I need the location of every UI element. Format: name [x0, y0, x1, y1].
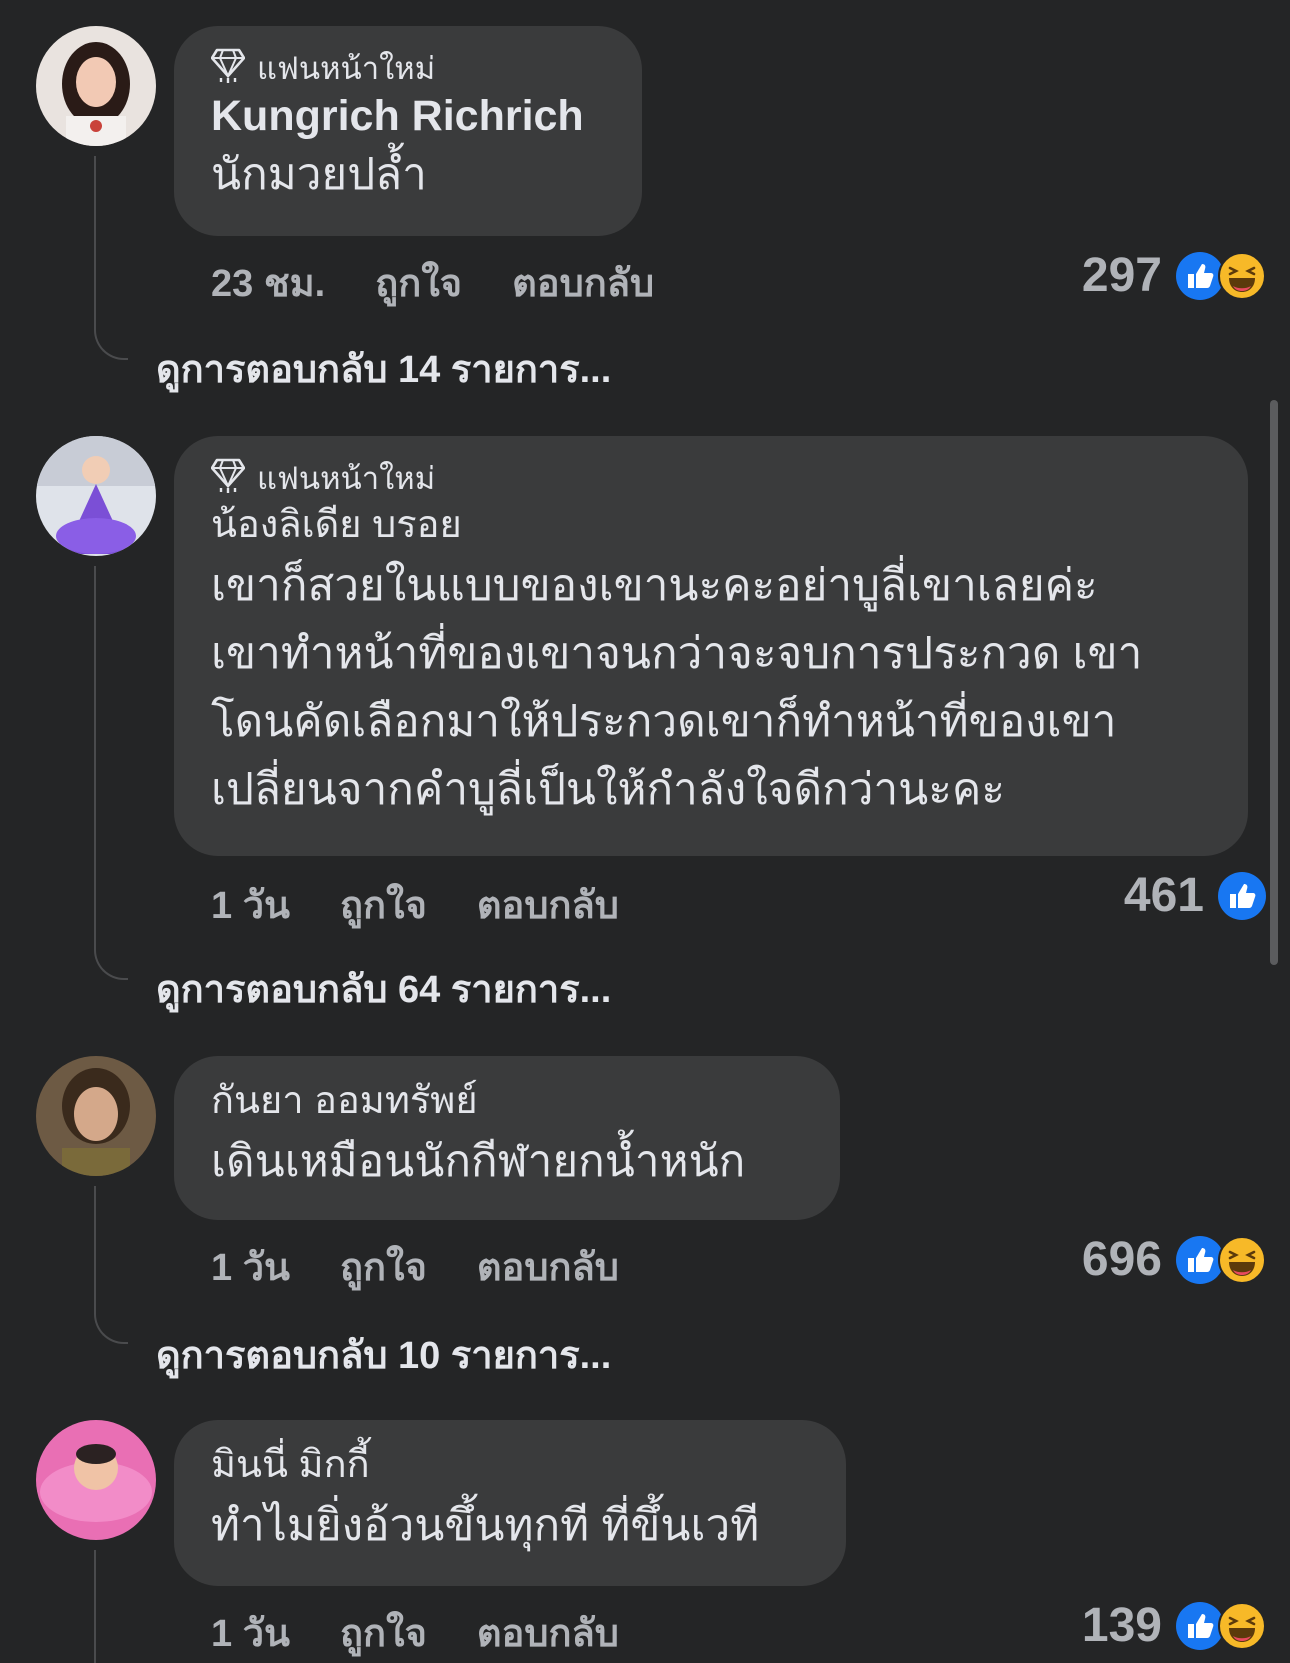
avatar[interactable]: [36, 1420, 156, 1540]
avatar[interactable]: [36, 26, 156, 146]
avatar[interactable]: [36, 1056, 156, 1176]
reaction-summary[interactable]: 139: [1082, 1598, 1266, 1653]
badge-label: แฟนหน้าใหม่: [257, 51, 436, 87]
reply-button[interactable]: ตอบกลับ: [477, 1236, 619, 1297]
like-icon: [1176, 1235, 1224, 1284]
comment-actions: 1 วัน ถูกใจ ตอบกลับ: [211, 1602, 619, 1663]
reaction-summary[interactable]: 696: [1082, 1232, 1266, 1287]
comment-text-line: เขาก็สวยในแบบของเขานะคะอย่าบูลี่เขาเลยค่…: [211, 561, 1098, 610]
comment-author[interactable]: มินนี่ มิกกี้: [211, 1438, 810, 1492]
comment-time[interactable]: 1 วัน: [211, 1602, 290, 1663]
thread-curve: [94, 1310, 128, 1344]
reaction-summary[interactable]: 297: [1082, 248, 1266, 303]
reaction-count: 696: [1081, 1233, 1162, 1286]
reply-button[interactable]: ตอบกลับ: [512, 252, 654, 313]
comment-time[interactable]: 1 วัน: [211, 1236, 290, 1297]
badge-label: แฟนหน้าใหม่: [257, 461, 436, 497]
thread-curve: [94, 326, 128, 360]
like-icon: [1176, 1601, 1224, 1650]
view-replies-link[interactable]: ดูการตอบกลับ 14 รายการ...: [156, 338, 611, 399]
thread-line: [94, 156, 96, 326]
reply-button[interactable]: ตอบกลับ: [477, 1602, 619, 1663]
comment-author[interactable]: น้องลิเดีย บรอย: [211, 498, 1212, 552]
fan-badge: แฟนหน้าใหม่: [210, 458, 1212, 498]
reaction-count: 139: [1081, 1599, 1162, 1652]
comment-actions: 23 ชม. ถูกใจ ตอบกลับ: [211, 252, 654, 313]
comment-time[interactable]: 1 วัน: [211, 874, 290, 935]
comment-time[interactable]: 23 ชม.: [211, 252, 325, 313]
comment-text: นักมวยปล้ำ: [211, 150, 427, 199]
comment-author[interactable]: กันยา ออมทรัพย์: [211, 1074, 804, 1128]
thread-line: [94, 566, 96, 946]
reaction-count: 461: [1123, 869, 1204, 922]
like-button[interactable]: ถูกใจ: [375, 252, 462, 313]
comment-text-line: เขาทำหน้าที่ของเขาจนกว่าจะจบการประกวด เข…: [211, 629, 1143, 678]
like-button[interactable]: ถูกใจ: [340, 1236, 427, 1297]
comment-text-line: โดนคัดเลือกมาให้ประกวดเขาก็ทำหน้าที่ของเ…: [211, 697, 1117, 746]
comment-text: เดินเหมือนนักกีฬายกน้ำหนัก: [211, 1137, 746, 1186]
like-button[interactable]: ถูกใจ: [340, 1602, 427, 1663]
reaction-count: 297: [1081, 249, 1162, 302]
comment-text-line: เปลี่ยนจากคำบูลี่เป็นให้กำลังใจดีกว่านะค…: [211, 765, 1005, 814]
scrollbar[interactable]: [1270, 400, 1278, 965]
comment-bubble[interactable]: กันยา ออมทรัพย์ เดินเหมือนนักกีฬายกน้ำหน…: [174, 1056, 840, 1220]
comment-actions: 1 วัน ถูกใจ ตอบกลับ: [211, 874, 619, 935]
thread-curve: [94, 946, 128, 980]
view-replies-link[interactable]: ดูการตอบกลับ 64 รายการ...: [156, 958, 611, 1019]
haha-icon: [1218, 1601, 1266, 1650]
comment-bubble[interactable]: มินนี่ มิกกี้ ทำไมยิ่งอ้วนขึ้นทุกที ที่ข…: [174, 1420, 846, 1586]
haha-icon: [1218, 251, 1266, 300]
comment-bubble[interactable]: แฟนหน้าใหม่ น้องลิเดีย บรอย เขาก็สวยในแบ…: [174, 436, 1248, 856]
diamond-icon: [210, 454, 246, 502]
comment-actions: 1 วัน ถูกใจ ตอบกลับ: [211, 1236, 619, 1297]
like-icon: [1176, 251, 1224, 300]
fan-badge: แฟนหน้าใหม่: [210, 48, 606, 88]
like-button[interactable]: ถูกใจ: [340, 874, 427, 935]
view-replies-link[interactable]: ดูการตอบกลับ 10 รายการ...: [156, 1324, 611, 1385]
thread-line: [94, 1186, 96, 1310]
reaction-summary[interactable]: 461: [1124, 868, 1266, 923]
avatar[interactable]: [36, 436, 156, 556]
comment-text: ทำไมยิ่งอ้วนขึ้นทุกที ที่ขึ้นเวที: [211, 1501, 760, 1550]
reply-button[interactable]: ตอบกลับ: [477, 874, 619, 935]
comment-bubble[interactable]: แฟนหน้าใหม่ Kungrich Richrich นักมวยปล้ำ: [174, 26, 642, 236]
comment-author[interactable]: Kungrich Richrich: [211, 88, 606, 144]
haha-icon: [1218, 1235, 1266, 1284]
thread-line: [94, 1550, 96, 1663]
like-icon: [1218, 871, 1266, 920]
diamond-icon: [210, 44, 246, 92]
